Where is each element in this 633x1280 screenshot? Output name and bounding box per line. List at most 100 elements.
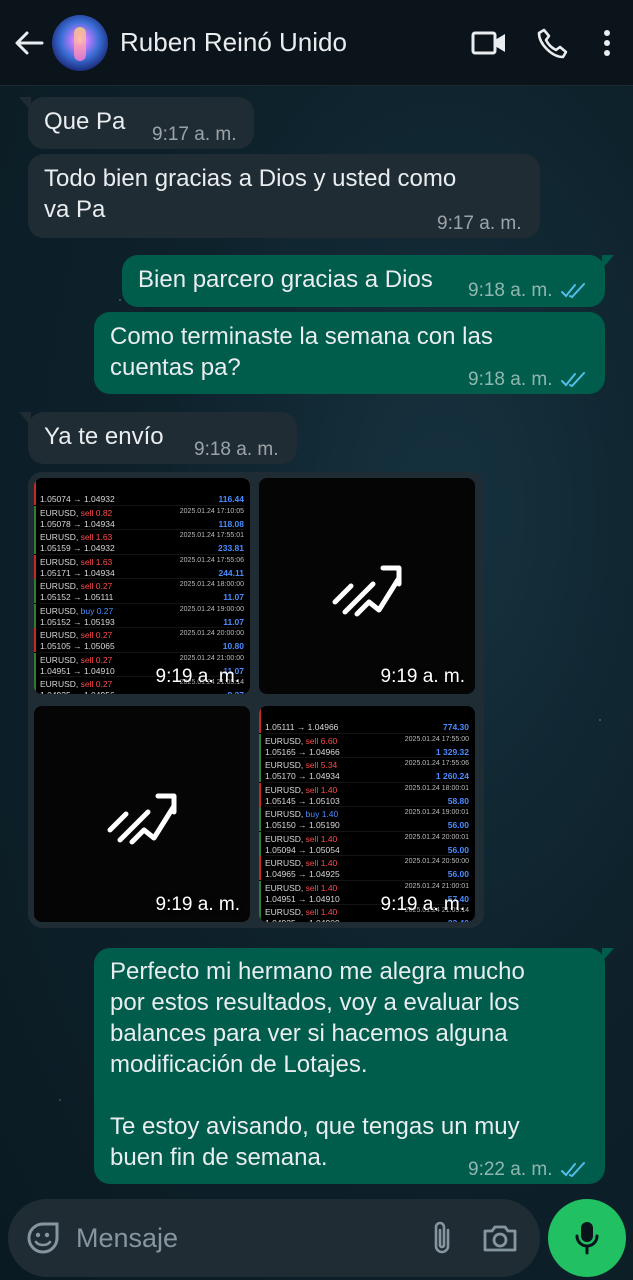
image-time: 9:19 a. m. [155,894,241,915]
contact-name[interactable]: Ruben Reinó Unido [120,27,467,58]
message-text: Bien parcero gracias a Dios [138,266,433,293]
message-incoming[interactable]: Ya te envío 9:18 a. m. [19,412,297,464]
trade-marker [34,481,36,505]
trade-prices: 1.05152 → 1.05193 [40,616,115,627]
trade-date: 2025.01.24 17:55:00 [404,735,469,743]
trade-side: buy 1.40 [305,809,339,819]
chat-screen: Ruben Reinó Unido Que Pa 9:17 a. m. Todo… [0,0,633,1280]
trade-profit: 56.00 [447,869,469,879]
trade-prices: 1.04925 → 1.04909 [265,918,340,922]
message-text: Perfecto mi hermano me alegra mucho por … [110,958,525,1171]
trade-prices: 1.05152 → 1.05111 [40,592,114,602]
trade-row: EURUSD, buy 0.27 1.05152 → 1.05193 2025.01… [34,603,244,628]
trade-profit: 1 329.32 [435,746,469,757]
trade-row: EURUSD, sell 1.63 1.05171 → 1.04934 2025.0… [34,554,244,579]
more-vertical-icon[interactable] [595,21,619,65]
trade-profit: 8.37 [227,690,244,694]
trade-profit: 11.07 [223,592,244,602]
trade-marker [34,652,36,677]
image-album[interactable]: 1.05074 → 1.04932 116.44 EURUSD, sell 0.82… [28,472,484,928]
trade-prices: 1.05111 → 1.04966 [265,722,339,732]
trade-marker [259,709,261,733]
message-incoming[interactable]: Que Pa 9:17 a. m. [19,97,254,149]
message-text: Que Pa [44,108,126,135]
trade-profit: 56.00 [447,844,469,855]
trade-row: EURUSD, sell 1.40 1.04965 → 1.04925 2025.0… [259,856,469,881]
trade-symbol: EURUSD, sell 1.40 [265,907,338,917]
trade-profit: 56.00 [447,820,469,830]
trade-profit: 58.80 [447,795,469,806]
trade-symbol: EURUSD, sell 1.40 [265,833,338,844]
trade-symbol: EURUSD, sell 6.60 [265,735,338,746]
trade-date: 2025.01.24 18:00:00 [179,581,244,588]
message-outgoing[interactable]: Bien parcero gracias a Dios 9:18 a. m. [122,255,614,307]
trade-prices: 1.05094 → 1.05054 [265,844,340,855]
trade-marker [34,603,36,628]
trade-symbol: EURUSD, buy 0.27 [40,605,114,616]
trade-row: 1.05111 → 1.04966 774.30 [259,709,469,734]
message-time: 9:17 a. m. [437,213,522,234]
image-placeholder[interactable]: 9:19 a. m. [34,706,250,922]
trade-profit: 244.11 [218,567,244,578]
trade-prices: 1.05078 → 1.04934 [40,518,115,529]
emoji-icon[interactable] [26,1220,60,1256]
trade-marker [34,579,36,603]
trade-date: 2025.01.24 19:00:00 [179,605,244,613]
image-trade-history[interactable]: 1.05111 → 1.04966 774.30 EURUSD, sell 6.60… [259,706,475,922]
trade-date: 2025.01.24 21:00:01 [404,882,469,890]
image-trade-history[interactable]: 1.05074 → 1.04932 116.44 EURUSD, sell 0.82… [34,478,250,694]
trade-prices: 1.04925 → 1.04956 [40,690,115,694]
message-input[interactable] [76,1222,430,1254]
trade-side: sell 5.34 [305,760,338,770]
message-outgoing[interactable]: Como terminaste la semana con las cuenta… [94,312,605,394]
trade-date: 2025.01.24 17:55:06 [179,556,244,564]
avatar[interactable] [52,14,108,71]
trade-prices: 1.04951 → 1.04910 [265,893,340,904]
message-time: 9:17 a. m. [152,124,237,145]
trade-side: sell 1.40 [305,784,338,795]
trade-profit: 233.81 [218,543,244,553]
image-placeholder[interactable]: 9:19 a. m. [259,478,475,694]
trade-date: 2025.01.24 17:10:05 [179,507,244,515]
trade-row: EURUSD, sell 0.27 1.05152 → 1.05111 2025.0… [34,579,244,604]
trade-symbol: EURUSD, sell 0.82 [40,507,113,518]
trade-prices: 1.05105 → 1.05065 [40,641,115,651]
trade-prices: 1.05159 → 1.04932 [40,543,115,553]
trade-side: sell 1.63 [80,556,113,567]
trade-symbol: EURUSD, sell 1.40 [265,882,338,893]
trade-marker [34,530,36,554]
trade-row: EURUSD, buy 1.40 1.05150 → 1.05190 2025.01… [259,807,469,832]
message-outgoing[interactable]: Perfecto mi hermano me alegra mucho por … [94,948,614,1185]
message-time-text: 9:18 a. m. [468,369,553,390]
camera-icon[interactable] [482,1218,518,1258]
trade-profit: 22.40 [448,918,469,922]
trade-date: 2025.01.24 20:50:00 [404,858,469,865]
trade-symbol: EURUSD, sell 0.27 [40,679,113,689]
trade-symbol: EURUSD, sell 1.40 [265,858,338,868]
trade-row: EURUSD, sell 1.40 1.05094 → 1.05054 2025.0… [259,831,469,856]
trade-marker [259,856,261,880]
trade-marker [34,554,36,579]
trade-side: sell 6.60 [305,735,338,746]
arrow-left-icon[interactable] [12,26,46,60]
message-text: Todo bien gracias a Dios y usted como va… [44,165,457,223]
trade-side: sell 0.27 [80,630,113,640]
trade-marker [34,628,36,652]
paperclip-icon[interactable] [430,1218,454,1258]
double-check-icon [560,371,585,387]
message-incoming[interactable]: Todo bien gracias a Dios y usted como va… [28,154,540,238]
trade-symbol: EURUSD, sell 5.34 [265,760,338,770]
double-check-icon [560,1161,585,1177]
trade-prices: 1.05170 → 1.04934 [265,771,340,781]
message-text: Como terminaste la semana con las cuenta… [110,323,493,381]
trade-row: 1.05074 → 1.04932 116.44 [34,481,244,506]
microphone-button[interactable] [548,1199,626,1277]
message-time-text: 9:22 a. m. [468,1159,553,1180]
trade-symbol: EURUSD, sell 1.63 [40,532,113,542]
chat-header: Ruben Reinó Unido [0,0,633,86]
phone-icon[interactable] [531,21,575,65]
trade-prices: 1.05150 → 1.05190 [265,820,340,830]
message-time: 9:22 a. m. [468,1154,587,1185]
video-call-icon[interactable] [467,21,511,65]
trade-side: sell 0.27 [80,679,113,689]
